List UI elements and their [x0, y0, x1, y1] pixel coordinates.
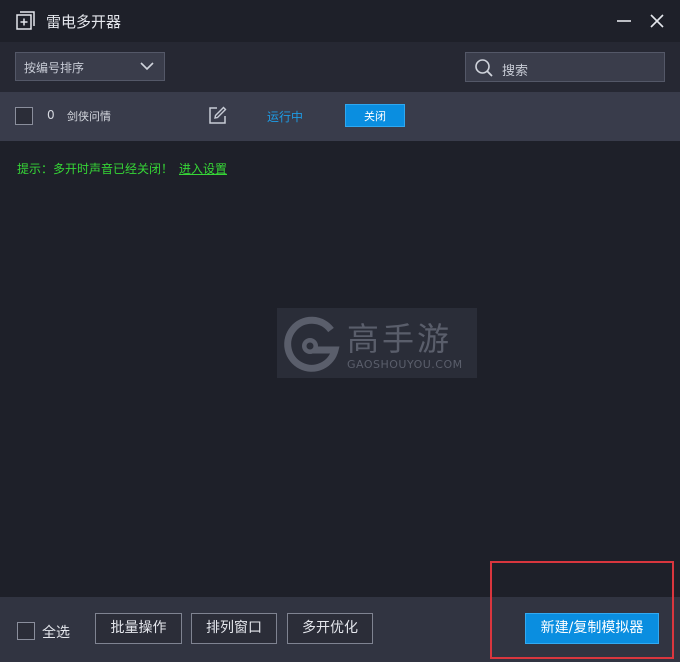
search-input[interactable]: 搜索: [465, 52, 665, 82]
watermark-brand-cn: 高手游: [347, 320, 453, 358]
instance-status: 运行中: [267, 110, 304, 124]
select-all-label: 全选: [42, 625, 70, 641]
highlight-annotation: [490, 561, 674, 659]
settings-link[interactable]: 进入设置: [179, 160, 227, 177]
chevron-down-icon: [140, 62, 154, 71]
plus-square-icon: [16, 11, 35, 30]
tip-text: 提示：多开时声音已经关闭！: [17, 162, 174, 176]
batch-operation-button[interactable]: 批量操作: [95, 613, 182, 644]
window-title: 雷电多开器: [46, 13, 122, 31]
instance-close-button[interactable]: 关闭: [345, 104, 405, 127]
watermark: 高手游 GAOSHOUYOU.COM: [277, 308, 477, 378]
instance-row: 0 剑侠问情 运行中 关闭: [0, 92, 680, 141]
arrange-windows-button[interactable]: 排列窗口: [191, 613, 277, 644]
search-placeholder: 搜索: [502, 64, 529, 79]
minimize-icon[interactable]: [614, 11, 634, 31]
instance-index: 0: [47, 108, 55, 122]
multi-instance-optimize-button[interactable]: 多开优化: [287, 613, 373, 644]
close-icon[interactable]: [647, 11, 667, 31]
select-all-checkbox[interactable]: [17, 622, 35, 640]
title-bar: 雷电多开器: [0, 0, 680, 42]
watermark-brand-en: GAOSHOUYOU.COM: [347, 358, 463, 371]
sort-select-value: 按编号排序: [24, 61, 85, 75]
search-icon: [475, 59, 493, 77]
edit-icon[interactable]: [208, 106, 227, 125]
instance-name: 剑侠问情: [67, 110, 111, 123]
sort-select[interactable]: 按编号排序: [15, 52, 165, 81]
instance-checkbox[interactable]: [15, 107, 33, 125]
g-logo-icon: [284, 316, 340, 372]
